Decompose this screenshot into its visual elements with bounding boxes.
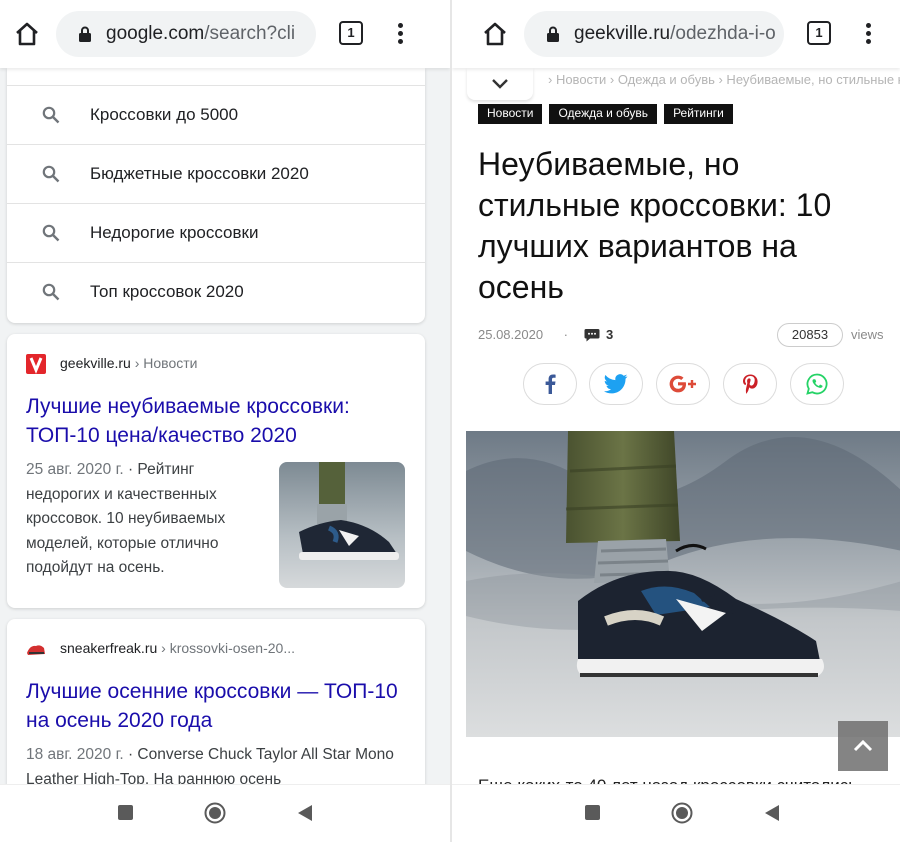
geekville-favicon-icon (26, 354, 46, 374)
url-text: geekville.ru/odezhda-i-o (574, 23, 776, 44)
meta-separator: . (564, 324, 568, 339)
recent-apps-icon[interactable] (118, 805, 133, 820)
suggestion-item[interactable]: Бюджетные кроссовки 2020 (7, 144, 425, 203)
tag-news[interactable]: Новости (478, 104, 543, 124)
suggestion-text: Кроссовки до 5000 (90, 105, 239, 124)
article-hero-image (466, 431, 900, 737)
tab-switcher-button[interactable]: 1 (807, 21, 831, 45)
address-bar[interactable]: google.com/search?cli (56, 11, 316, 57)
tag-clothing[interactable]: Одежда и обувь (549, 104, 658, 124)
search-result[interactable]: geekville.ru › Новости Лучшие неубиваемы… (7, 334, 425, 608)
chevron-up-icon (853, 739, 873, 752)
result-snippet: 25 авг. 2020 г. · Рейтинг недорогих и ка… (26, 461, 226, 576)
share-whatsapp-button[interactable] (790, 363, 844, 405)
browser-toolbar: google.com/search?cli 1 (0, 0, 450, 68)
suggestion-text: Бюджетные кроссовки 2020 (90, 164, 309, 183)
url-text: google.com/search?cli (106, 23, 296, 44)
address-bar[interactable]: geekville.ru/odezhda-i-o (524, 11, 784, 57)
pinterest-icon (743, 374, 758, 394)
back-icon[interactable] (297, 804, 313, 822)
comment-icon[interactable] (584, 328, 600, 342)
search-icon (42, 165, 60, 183)
chevron-down-icon (492, 79, 508, 89)
tab-switcher-button[interactable]: 1 (339, 21, 363, 45)
facebook-icon (545, 374, 556, 394)
suggestion-text: Недорогие кроссовки (90, 223, 259, 242)
more-menu-icon[interactable] (395, 20, 405, 48)
suggestion-item[interactable]: Недорогие кроссовки (7, 203, 425, 262)
article-tags: Новости Одежда и обувь Рейтинги (478, 104, 733, 124)
search-suggestions: Кроссовки до 5000 Бюджетные кроссовки 20… (7, 68, 425, 323)
search-icon (42, 283, 60, 301)
article-screen: geekville.ru/odezhda-i-o 1 › Новости › О… (450, 0, 900, 842)
article-date: 25.08.2020 (478, 327, 544, 342)
home-icon[interactable] (14, 21, 40, 47)
home-circle-icon[interactable] (204, 802, 226, 824)
tag-ratings[interactable]: Рейтинги (664, 104, 733, 124)
more-menu-icon[interactable] (863, 20, 873, 48)
android-nav-bar (452, 784, 900, 842)
search-icon (42, 224, 60, 242)
whatsapp-icon (806, 373, 828, 395)
home-icon[interactable] (482, 21, 508, 47)
views-count: 20853 (777, 323, 843, 347)
scroll-to-top-button[interactable] (838, 721, 888, 771)
search-icon (42, 106, 60, 124)
article-meta: 25.08.2020 . 3 20853 views (478, 323, 888, 347)
views-label: views (851, 327, 884, 342)
article-title: Неубиваемые, но стильные кроссовки: 10 л… (478, 146, 832, 305)
comment-count[interactable]: 3 (606, 327, 613, 342)
suggestion-text: Топ кроссовок 2020 (90, 282, 244, 301)
google-plus-icon (669, 375, 696, 393)
suggestion-item[interactable]: Кроссовки до 5000 (7, 85, 425, 144)
breadcrumb: › Новости › Одежда и обувь › Неубиваемые… (548, 72, 900, 87)
result-thumbnail[interactable] (279, 462, 405, 588)
result-title-link[interactable]: Лучшие осенние кроссовки — ТОП-10 на осе… (26, 677, 406, 735)
home-circle-icon[interactable] (671, 802, 693, 824)
twitter-icon (604, 374, 628, 394)
share-facebook-button[interactable] (523, 363, 577, 405)
lock-icon (79, 26, 91, 42)
recent-apps-icon[interactable] (585, 805, 600, 820)
share-twitter-button[interactable] (589, 363, 643, 405)
share-google-plus-button[interactable] (656, 363, 710, 405)
lock-icon (547, 26, 559, 42)
google-search-screen: google.com/search?cli 1 Кроссовки до 500… (0, 0, 450, 842)
sneakerfreak-favicon-icon (27, 645, 45, 655)
android-nav-bar (0, 784, 450, 842)
collapse-menu-button[interactable] (467, 68, 533, 100)
back-icon[interactable] (764, 804, 780, 822)
result-title-link[interactable]: Лучшие неубиваемые кроссовки: ТОП-10 цен… (26, 392, 406, 450)
browser-toolbar: geekville.ru/odezhda-i-o 1 (452, 0, 900, 68)
suggestion-item[interactable]: Топ кроссовок 2020 (7, 262, 425, 321)
share-pinterest-button[interactable] (723, 363, 777, 405)
